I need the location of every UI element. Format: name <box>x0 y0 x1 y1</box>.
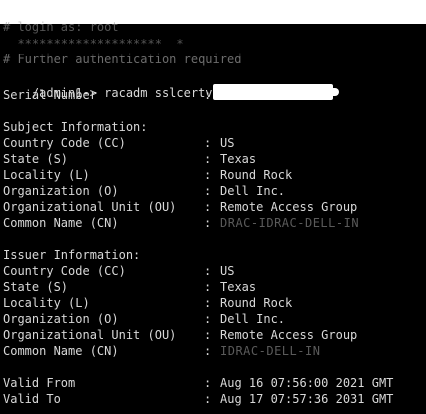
field-value: Dell Inc. <box>220 184 286 198</box>
issuer-row-common-name: Common Name (CN) : IDRAC-DELL-IN <box>3 343 320 359</box>
field-value: Texas <box>220 280 257 294</box>
serial-number-row: Serial Number : <box>3 87 211 103</box>
field-value: Remote Access Group <box>220 200 358 214</box>
issuer-row-org-unit: Organizational Unit (OU) : Remote Access… <box>3 327 357 343</box>
serial-redaction <box>213 84 339 100</box>
field-value: Dell Inc. <box>220 312 286 326</box>
valid-to-row: Valid To : Aug 17 07:57:36 2031 GMT <box>3 391 393 407</box>
field-separator: : <box>204 344 212 358</box>
field-value: Round Rock <box>220 296 293 310</box>
field-separator: : <box>204 280 212 294</box>
field-label: Locality (L) <box>3 296 90 310</box>
obscured-login-line: # login as: root <box>3 20 119 34</box>
field-label: State (S) <box>3 152 69 166</box>
field-separator: : <box>204 392 212 406</box>
issuer-row-organization: Organization (O) : Dell Inc. <box>3 311 285 327</box>
field-label: Organization (O) <box>3 312 119 326</box>
field-label: Country Code (CC) <box>3 136 126 150</box>
field-label: Valid To <box>3 392 61 406</box>
subject-row-state: State (S) : Texas <box>3 151 256 167</box>
field-separator: : <box>204 168 212 182</box>
subject-row-organization: Organization (O) : Dell Inc. <box>3 183 285 199</box>
field-separator: : <box>204 328 212 342</box>
field-separator: : <box>204 312 212 326</box>
command-prompt-line: /admin1-> racadm sslcertview -t 1 <box>3 69 270 100</box>
field-separator: : <box>204 152 212 166</box>
field-value: Aug 16 07:56:00 2021 GMT <box>220 376 394 390</box>
field-value: Texas <box>220 152 257 166</box>
field-value: US <box>220 264 235 278</box>
field-separator: : <box>204 136 212 150</box>
valid-from-row: Valid From : Aug 16 07:56:00 2021 GMT <box>3 375 393 391</box>
terminal-window[interactable]: # login as: root ******************** * … <box>0 0 426 414</box>
field-value-redacted: DRAC-IDRAC-DELL-IN <box>220 216 360 230</box>
field-separator: : <box>204 184 212 198</box>
field-separator: : <box>204 88 212 102</box>
redaction-smudge <box>20 44 280 56</box>
field-separator: : <box>204 296 212 310</box>
field-label: Valid From <box>3 376 76 390</box>
field-separator: : <box>204 376 212 390</box>
field-label: Locality (L) <box>3 168 90 182</box>
subject-row-common-name: Common Name (CN) : DRAC-IDRAC-DELL-IN <box>3 215 359 231</box>
field-label: Common Name (CN) <box>3 344 119 358</box>
field-label: Organizational Unit (OU) <box>3 200 177 214</box>
field-value: Aug 17 07:57:36 2031 GMT <box>220 392 394 406</box>
field-label: Organizational Unit (OU) <box>3 328 177 342</box>
field-label: Common Name (CN) <box>3 216 119 230</box>
field-label: Organization (O) <box>3 184 119 198</box>
field-value: Round Rock <box>220 168 293 182</box>
field-label: Serial Number <box>3 88 97 102</box>
subject-row-country: Country Code (CC) : US <box>3 135 234 151</box>
field-separator: : <box>204 264 212 278</box>
issuer-row-country: Country Code (CC) : US <box>3 263 234 279</box>
field-value-redacted: IDRAC-DELL-IN <box>220 344 321 358</box>
field-label: State (S) <box>3 280 69 294</box>
field-separator: : <box>204 216 212 230</box>
issuer-row-state: State (S) : Texas <box>3 279 256 295</box>
field-label: Country Code (CC) <box>3 264 126 278</box>
issuer-heading: Issuer Information: <box>3 248 141 262</box>
subject-row-org-unit: Organizational Unit (OU) : Remote Access… <box>3 199 357 215</box>
subject-row-locality: Locality (L) : Round Rock <box>3 167 292 183</box>
subject-heading: Subject Information: <box>3 120 148 134</box>
field-value: US <box>220 136 235 150</box>
field-separator: : <box>204 200 212 214</box>
field-value: Remote Access Group <box>220 328 358 342</box>
issuer-row-locality: Locality (L) : Round Rock <box>3 295 292 311</box>
